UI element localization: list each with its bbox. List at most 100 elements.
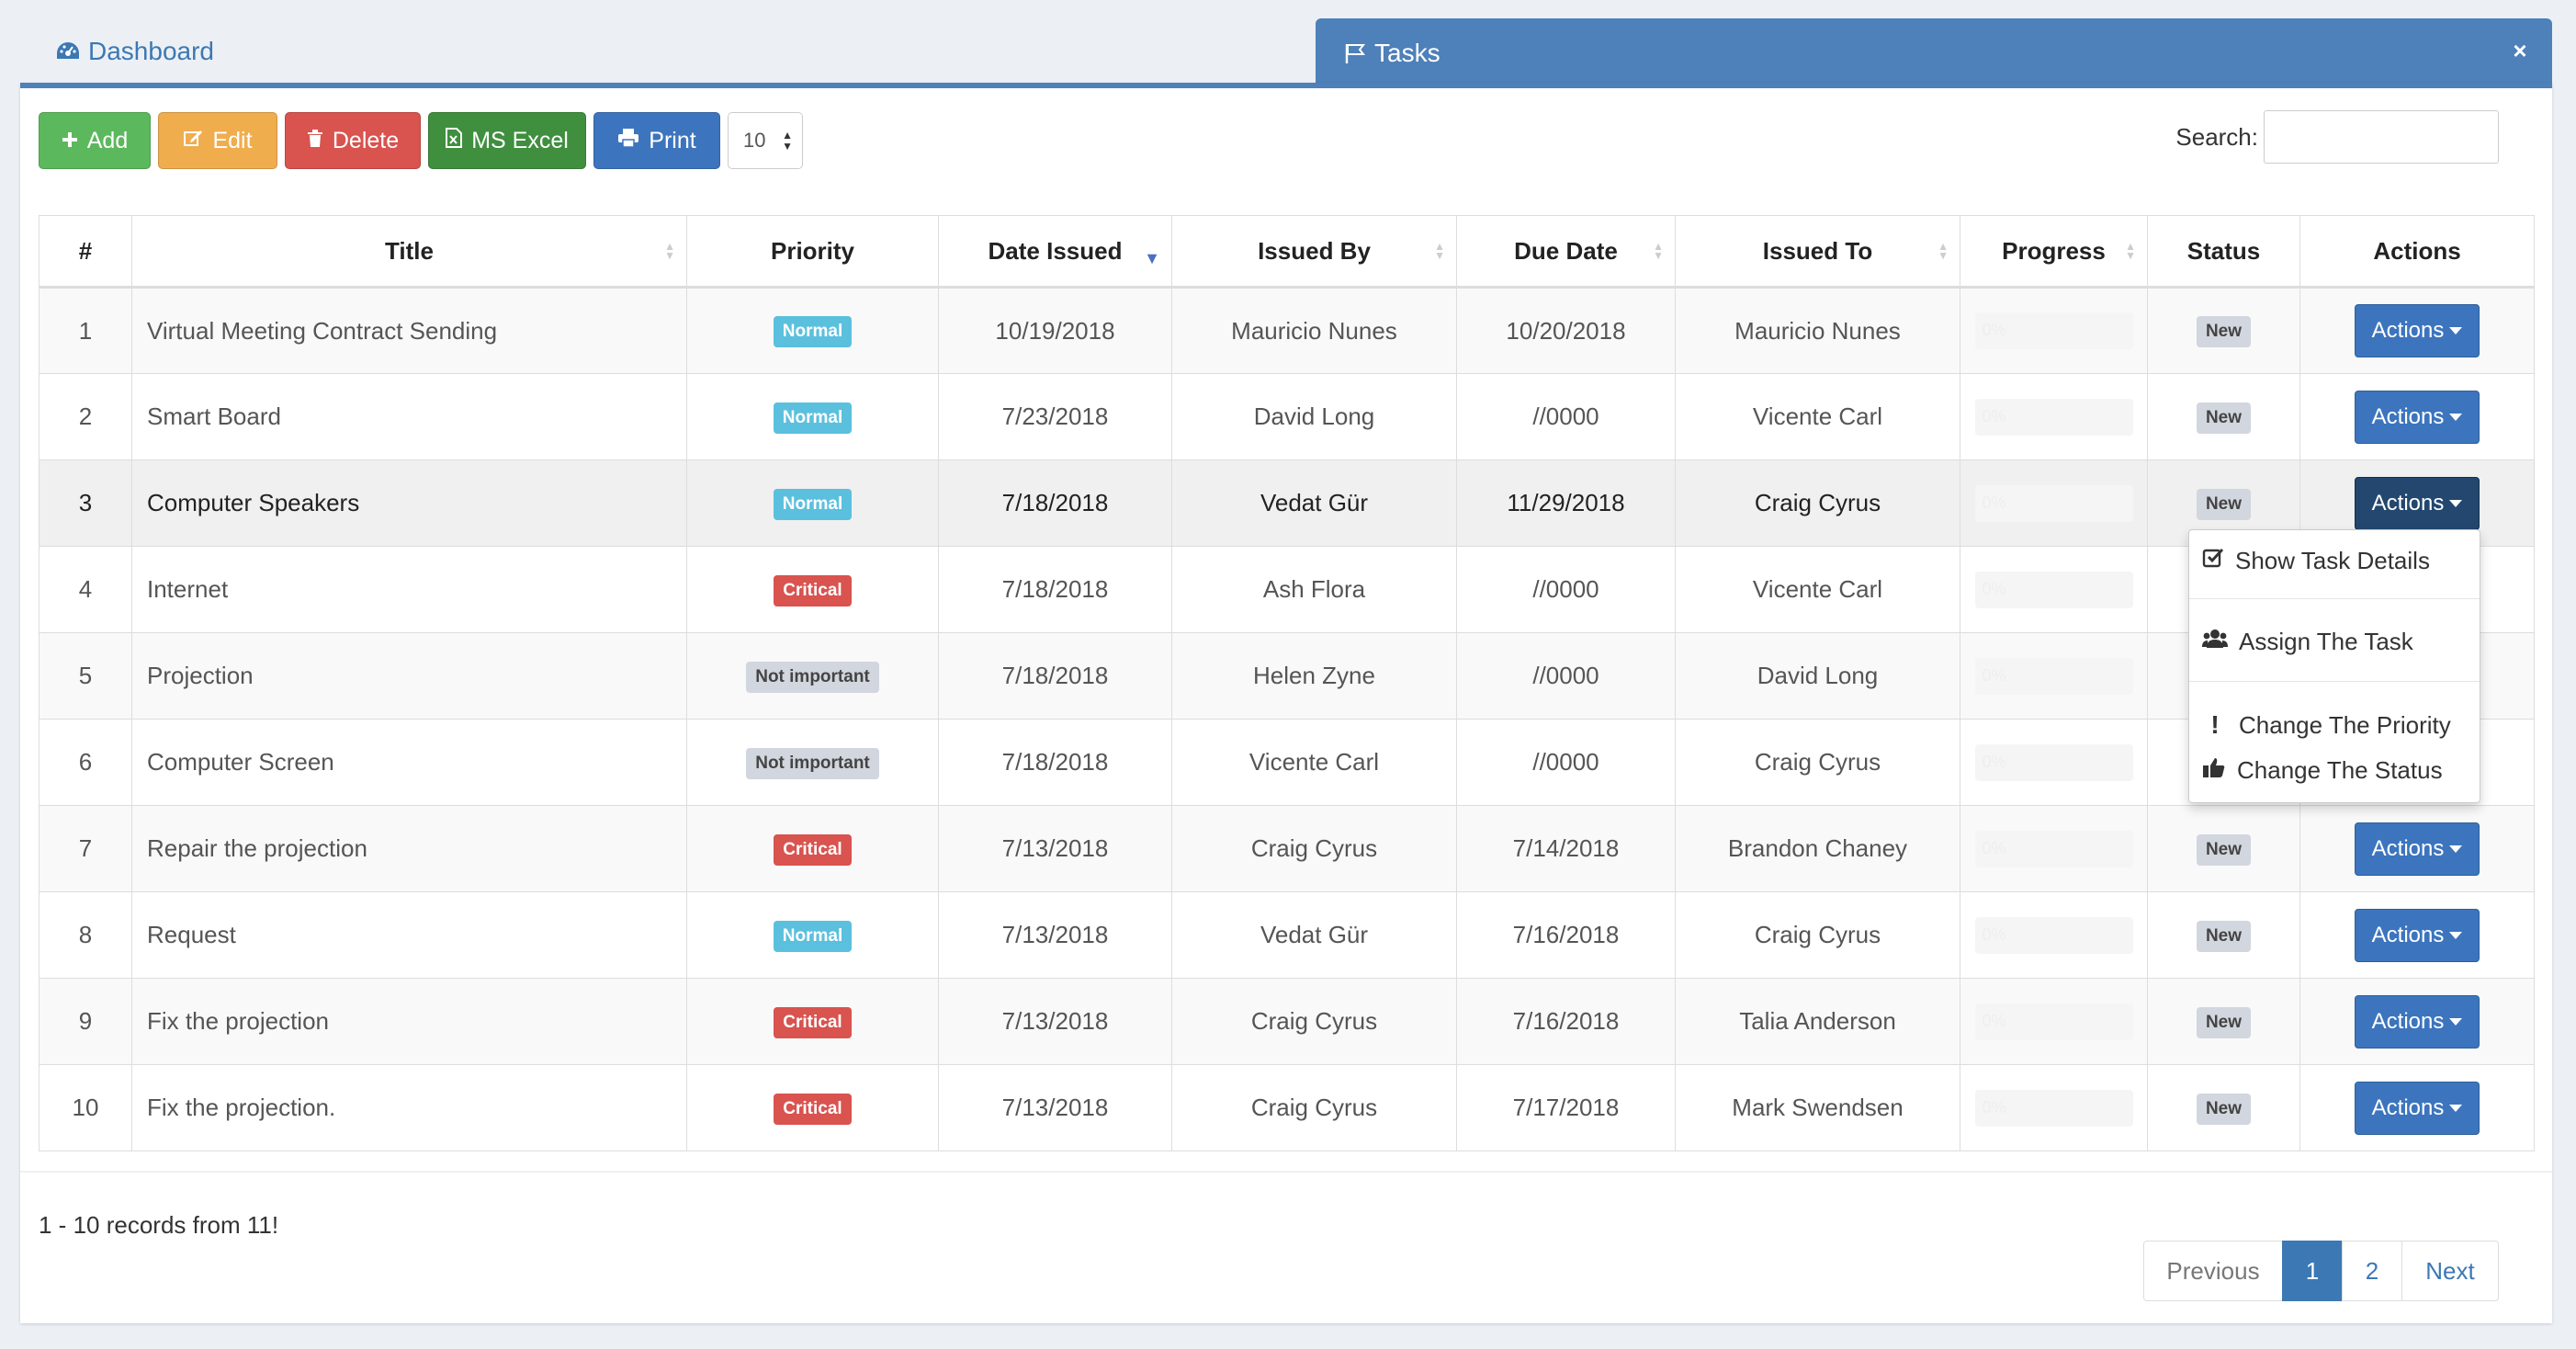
cell-due-date: 11/29/2018 [1456,459,1676,547]
pagination-page-2[interactable]: 2 [2342,1241,2402,1301]
menu-item-assign-task[interactable]: Assign The Task [2202,628,2413,656]
priority-badge: Critical [774,1093,852,1125]
caret-down-icon [2449,499,2463,507]
page-size-select[interactable]: 10 ▲ ▼ [728,112,803,169]
table-row[interactable]: 7 Repair the projection Critical 7/13/2018 C… [39,805,2535,892]
tab-bar: Dashboard Tasks × [20,18,2552,88]
cell-due-date: 7/14/2018 [1456,805,1676,892]
pagination-previous[interactable]: Previous [2143,1241,2283,1301]
print-button[interactable]: Print [593,112,720,169]
cell-title: Internet [131,546,687,633]
cell-date-issued: 7/18/2018 [938,546,1172,633]
cell-num: 2 [39,373,132,460]
actions-button[interactable]: Actions [2354,304,2480,357]
caret-down-icon [2449,327,2463,334]
delete-button[interactable]: Delete [285,112,421,169]
table-header-row: # Title ▲ ▼ Priority Date Issued ▼ Issued B… [39,215,2535,289]
cell-due-date: 7/17/2018 [1456,1064,1676,1151]
edit-button-label: Edit [212,127,253,153]
edit-button[interactable]: Edit [158,112,277,169]
menu-item-change-priority[interactable]: ! Change The Priority [2202,710,2451,740]
table-row[interactable]: 1 Virtual Meeting Contract Sending Normal 1… [39,287,2535,374]
menu-item-label: Change The Status [2237,756,2443,784]
print-button-label: Print [649,127,696,153]
cell-status: New [2147,287,2300,374]
trash-icon [307,128,323,154]
col-header-progress[interactable]: Progress ▲ ▼ [1960,215,2148,289]
sort-icon: ▲ ▼ [1434,240,1445,262]
cell-issued-by: David Long [1171,373,1457,460]
close-icon[interactable]: × [2508,39,2532,62]
progress-bar: 0% [1974,398,2133,436]
pagination-page-1[interactable]: 1 [2282,1241,2343,1301]
actions-button[interactable]: Actions [2354,822,2480,876]
cell-title: Computer Speakers [131,459,687,547]
cell-date-issued: 7/13/2018 [938,805,1172,892]
actions-button[interactable]: Actions [2354,476,2480,530]
table-row[interactable]: 10 Fix the projection. Critical 7/13/2018 Cr… [39,1064,2535,1151]
menu-divider [2189,681,2480,682]
actions-button[interactable]: Actions [2354,390,2480,444]
col-header-status[interactable]: Status [2147,215,2300,289]
status-badge: New [2196,488,2252,520]
cell-status: New [2147,891,2300,979]
table-row[interactable]: 5 Projection Not important 7/18/2018 Helen Z… [39,632,2535,720]
cell-actions: Actions [2299,373,2535,460]
cell-progress: 0% [1960,546,2148,633]
cell-title: Fix the projection [131,978,687,1065]
cell-status: New [2147,978,2300,1065]
table-row[interactable]: 4 Internet Critical 7/18/2018 Ash Flora//000… [39,546,2535,633]
actions-button[interactable]: Actions [2354,994,2480,1049]
actions-button-label: Actions [2371,318,2445,343]
cell-progress: 0% [1960,805,2148,892]
progress-label: 0% [1982,924,2006,944]
cell-progress: 0% [1960,891,2148,979]
menu-item-show-task-details[interactable]: Show Task Details [2202,547,2430,575]
progress-bar: 0% [1974,830,2133,867]
col-header-due-date[interactable]: Due Date ▲ ▼ [1456,215,1676,289]
col-header-num[interactable]: # [39,215,132,289]
table-row[interactable]: 3 Computer Speakers Normal 7/18/2018 Vedat G… [39,459,2535,547]
cell-issued-by: Vedat Gür [1171,891,1457,979]
search-label: Search: [2175,122,2258,151]
priority-badge: Not important [746,747,879,779]
caret-down-icon [2449,1017,2463,1026]
tasks-table: # Title ▲ ▼ Priority Date Issued ▼ Issued B… [39,215,2535,1151]
cell-actions: Actions [2299,805,2535,892]
caret-down-icon [2449,931,2463,939]
actions-button[interactable]: Actions [2354,1081,2480,1135]
cell-due-date: //0000 [1456,632,1676,720]
table-row[interactable]: 8 Request Normal 7/13/2018 Vedat Gür 7/16/201… [39,891,2535,979]
table-row[interactable]: 9 Fix the projection Critical 7/13/2018 Crai… [39,978,2535,1065]
cell-progress: 0% [1960,287,2148,374]
col-header-issued-by[interactable]: Issued By ▲ ▼ [1171,215,1457,289]
pagination-next[interactable]: Next [2401,1241,2499,1301]
col-header-title[interactable]: Title ▲ ▼ [131,215,687,289]
search-input[interactable] [2264,110,2499,164]
cell-title: Smart Board [131,373,687,460]
col-header-actions: Actions [2299,215,2535,289]
menu-item-label: Change The Priority [2239,710,2451,739]
cell-issued-to: Mauricio Nunes [1675,287,1960,374]
tab-tasks[interactable]: Tasks × [1316,18,2552,88]
caret-down-icon [2449,1104,2463,1112]
cell-date-issued: 7/18/2018 [938,459,1172,547]
page-size-value: 10 [743,129,766,152]
table-row[interactable]: 2 Smart Board Normal 7/23/2018 David Long//0… [39,373,2535,460]
tab-dashboard[interactable]: Dashboard [20,18,1316,85]
cell-date-issued: 7/18/2018 [938,632,1172,720]
progress-label: 0% [1982,1011,2006,1030]
col-header-date-issued[interactable]: Date Issued ▼ [938,215,1172,289]
ms-excel-button[interactable]: MS Excel [428,112,586,169]
cell-priority: Critical [686,1064,939,1151]
actions-button[interactable]: Actions [2354,908,2480,962]
cell-title: Projection [131,632,687,720]
menu-item-change-status[interactable]: Change The Status [2202,756,2443,785]
add-button[interactable]: Add [39,112,151,169]
menu-divider [2189,598,2480,599]
col-header-issued-to[interactable]: Issued To ▲ ▼ [1675,215,1960,289]
cell-issued-to: Craig Cyrus [1675,891,1960,979]
progress-label: 0% [1982,838,2006,857]
col-header-priority[interactable]: Priority [686,215,939,289]
table-row[interactable]: 6 Computer Screen Not important 7/18/2018 Vi… [39,719,2535,806]
